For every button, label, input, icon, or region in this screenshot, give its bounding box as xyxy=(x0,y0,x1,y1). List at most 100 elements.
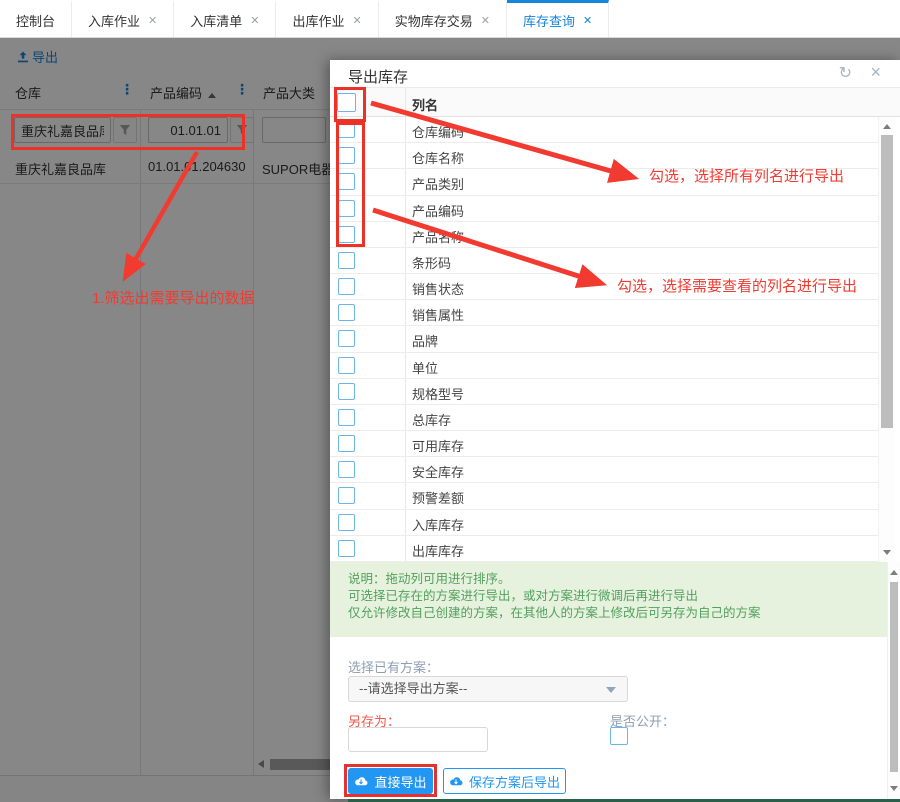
column-checkbox[interactable] xyxy=(338,200,355,217)
info-line: 可选择已存在的方案进行导出，或对方案进行微调后再进行导出 xyxy=(348,588,887,605)
save-scheme-export-label: 保存方案后导出 xyxy=(469,772,560,791)
tab-label: 入库清单 xyxy=(190,11,242,30)
column-checkbox[interactable] xyxy=(338,330,355,347)
column-name: 安全库存 xyxy=(412,462,464,481)
tab[interactable]: 出库作业 ✕ xyxy=(276,0,378,37)
dialog-header: 导出库存 ↻ × xyxy=(330,60,900,88)
scheme-select-label: 选择已有方案： xyxy=(348,657,439,676)
column-list-item[interactable]: 预警差额 xyxy=(330,483,878,509)
tab-label: 实物库存交易 xyxy=(395,11,473,30)
column-list-item[interactable]: 仓库名称 xyxy=(330,143,878,169)
column-list-item[interactable]: 总库存 xyxy=(330,405,878,431)
cloud-download-icon xyxy=(449,776,463,787)
scroll-up-icon[interactable] xyxy=(890,570,898,575)
column-list-item[interactable]: 入库库存 xyxy=(330,510,878,536)
column-name: 仓库编码 xyxy=(412,122,464,141)
column-name: 规格型号 xyxy=(412,384,464,403)
scheme-select[interactable]: --请选择导出方案-- xyxy=(348,676,628,702)
column-list-item[interactable]: 单位 xyxy=(330,353,878,379)
tab-close-icon[interactable]: ✕ xyxy=(250,14,259,27)
refresh-icon[interactable]: ↻ xyxy=(839,63,852,83)
column-name: 单位 xyxy=(412,358,438,377)
column-checkbox[interactable] xyxy=(338,147,355,164)
column-checkbox[interactable] xyxy=(338,435,355,452)
column-list-item[interactable]: 品牌 xyxy=(330,326,878,352)
column-list-item[interactable]: 安全库存 xyxy=(330,457,878,483)
pane-scrollbar[interactable] xyxy=(887,562,900,799)
column-checkbox[interactable] xyxy=(338,383,355,400)
column-name: 出库库存 xyxy=(412,541,464,560)
public-checkbox[interactable] xyxy=(610,727,628,745)
column-name: 仓库名称 xyxy=(412,148,464,167)
scroll-down-icon[interactable] xyxy=(883,550,891,555)
column-checkbox[interactable] xyxy=(338,226,355,243)
column-checkbox[interactable] xyxy=(338,121,355,138)
annotation-box-direct-export xyxy=(344,764,437,797)
column-list-header: 列名 xyxy=(330,88,900,117)
list-scrollbar[interactable] xyxy=(878,117,895,562)
column-list-item[interactable]: 销售属性 xyxy=(330,300,878,326)
column-list-item[interactable]: 出库库存 xyxy=(330,536,878,562)
column-list-header-label: 列名 xyxy=(412,95,438,114)
app-window: 控制台 ✕ 入库作业 ✕ 入库清单 ✕ 出库作业 ✕ 实物库存交易 ✕ xyxy=(0,0,900,802)
close-icon[interactable]: × xyxy=(870,62,881,83)
scroll-down-icon[interactable] xyxy=(890,786,898,791)
save-as-input[interactable] xyxy=(348,727,488,752)
column-name: 可用库存 xyxy=(412,436,464,455)
column-checkbox[interactable] xyxy=(338,173,355,190)
column-name: 销售属性 xyxy=(412,305,464,324)
column-checkbox[interactable] xyxy=(338,461,355,478)
column-checkbox[interactable] xyxy=(338,278,355,295)
info-line: 仅允许修改自己创建的方案，在其他人的方案上修改后可另存为自己的方案 xyxy=(348,605,887,622)
tab-label: 出库作业 xyxy=(292,11,344,30)
column-name: 入库库存 xyxy=(412,515,464,534)
column-checkbox[interactable] xyxy=(338,304,355,321)
column-checkbox[interactable] xyxy=(338,514,355,531)
column-list: 仓库编码 仓库名称 产品类别 产品编码 xyxy=(330,117,878,562)
tab-label: 控制台 xyxy=(16,11,55,30)
tab[interactable]: 入库作业 ✕ xyxy=(72,0,174,37)
tab[interactable]: 控制台 ✕ xyxy=(0,0,72,37)
tab[interactable]: 库存查询 ✕ xyxy=(507,0,609,37)
scrollbar-thumb[interactable] xyxy=(881,135,893,428)
column-name: 产品名称 xyxy=(412,227,464,246)
column-checkbox[interactable] xyxy=(338,252,355,269)
column-name: 条形码 xyxy=(412,253,451,272)
select-all-checkbox[interactable] xyxy=(337,93,356,112)
chevron-down-icon xyxy=(606,687,616,693)
column-name: 品牌 xyxy=(412,331,438,350)
tab-close-icon[interactable]: ✕ xyxy=(353,14,362,27)
column-checkbox[interactable] xyxy=(338,409,355,426)
save-scheme-export-button[interactable]: 保存方案后导出 xyxy=(443,768,566,794)
column-checkbox[interactable] xyxy=(338,487,355,504)
column-list-item[interactable]: 可用库存 xyxy=(330,431,878,457)
tab-bar: 控制台 ✕ 入库作业 ✕ 入库清单 ✕ 出库作业 ✕ 实物库存交易 ✕ xyxy=(0,0,900,38)
column-name: 产品编码 xyxy=(412,201,464,220)
column-list-item[interactable]: 条形码 xyxy=(330,248,878,274)
column-list-item[interactable]: 规格型号 xyxy=(330,379,878,405)
scroll-up-icon[interactable] xyxy=(883,124,891,129)
column-checkbox[interactable] xyxy=(338,540,355,557)
tab-label: 库存查询 xyxy=(523,11,575,30)
column-list-item[interactable]: 产品名称 xyxy=(330,222,878,248)
column-list-item[interactable]: 销售状态 xyxy=(330,274,878,300)
column-name: 预警差额 xyxy=(412,488,464,507)
column-list-item[interactable]: 产品类别 xyxy=(330,169,878,195)
tab-close-icon[interactable]: ✕ xyxy=(481,14,490,27)
tab-label: 入库作业 xyxy=(88,11,140,30)
column-checkbox[interactable] xyxy=(338,357,355,374)
tab-close-icon[interactable]: ✕ xyxy=(583,14,592,27)
tab[interactable]: 入库清单 ✕ xyxy=(174,0,276,37)
tab-close-icon[interactable]: ✕ xyxy=(148,14,157,27)
info-box: 说明：拖动列可用进行排序。 可选择已存在的方案进行导出，或对方案进行微调后再进行… xyxy=(330,562,887,637)
scrollbar-thumb[interactable] xyxy=(890,582,898,772)
column-list-item[interactable]: 仓库编码 xyxy=(330,117,878,143)
column-name: 产品类别 xyxy=(412,174,464,193)
column-list-item[interactable]: 产品编码 xyxy=(330,196,878,222)
tab[interactable]: 实物库存交易 ✕ xyxy=(379,0,507,37)
export-inventory-dialog: 导出库存 ↻ × 列名 仓库编码 仓库名称 xyxy=(330,60,900,799)
column-name: 销售状态 xyxy=(412,279,464,298)
scheme-select-value: --请选择导出方案-- xyxy=(359,681,467,696)
dialog-title: 导出库存 xyxy=(348,66,408,87)
column-name: 总库存 xyxy=(412,410,451,429)
